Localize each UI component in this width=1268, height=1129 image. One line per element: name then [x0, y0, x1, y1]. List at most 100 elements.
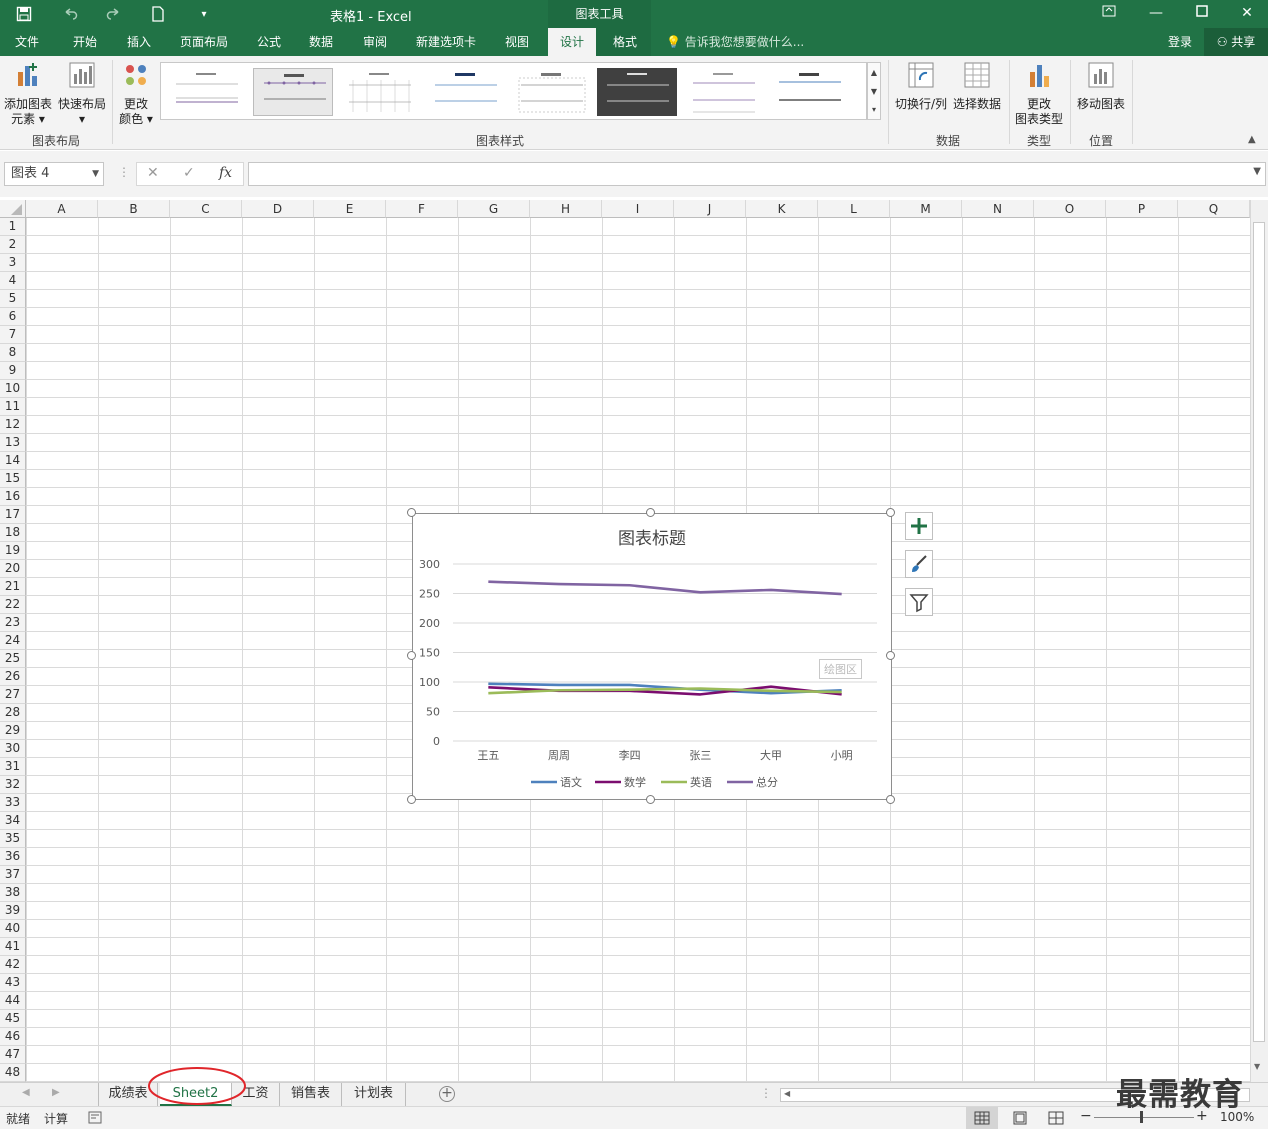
row-header-39[interactable]: 39 — [0, 902, 26, 920]
zoom-out-icon[interactable]: − — [1080, 1108, 1092, 1124]
enter-icon[interactable]: ✓ — [183, 165, 195, 181]
row-header-38[interactable]: 38 — [0, 884, 26, 902]
column-header-g[interactable]: G — [458, 200, 530, 218]
add-sheet-icon[interactable]: + — [439, 1086, 455, 1102]
column-header-j[interactable]: J — [674, 200, 746, 218]
row-header-46[interactable]: 46 — [0, 1028, 26, 1046]
maximize-icon[interactable] — [1179, 0, 1225, 28]
column-header-b[interactable]: B — [98, 200, 170, 218]
scroll-left-icon[interactable]: ◀ — [784, 1089, 790, 1098]
chart-style-4[interactable] — [425, 68, 505, 116]
chart-filters-button[interactable] — [905, 588, 933, 616]
normal-view-button[interactable] — [966, 1107, 998, 1129]
chart-styles-button[interactable] — [905, 550, 933, 578]
prev-sheet-icon[interactable]: ◀ — [22, 1087, 30, 1098]
resize-handle-right[interactable] — [886, 651, 895, 660]
chart-elements-button[interactable] — [905, 512, 933, 540]
row-header-10[interactable]: 10 — [0, 380, 26, 398]
change-colors-button[interactable]: 更改 颜色 ▾ — [116, 60, 156, 127]
row-header-32[interactable]: 32 — [0, 776, 26, 794]
row-header-35[interactable]: 35 — [0, 830, 26, 848]
row-header-47[interactable]: 47 — [0, 1046, 26, 1064]
page-layout-view-button[interactable] — [1006, 1107, 1034, 1129]
change-chart-type-button[interactable]: 更改 图表类型 — [1012, 60, 1066, 127]
row-header-31[interactable]: 31 — [0, 758, 26, 776]
vertical-scroll-thumb[interactable] — [1253, 222, 1265, 1042]
row-header-22[interactable]: 22 — [0, 596, 26, 614]
move-chart-button[interactable]: 移动图表 — [1074, 60, 1128, 112]
insert-function-icon[interactable]: fx — [219, 165, 232, 181]
resize-handle-top-left[interactable] — [407, 508, 416, 517]
save-icon[interactable] — [10, 0, 38, 28]
column-header-h[interactable]: H — [530, 200, 602, 218]
row-header-29[interactable]: 29 — [0, 722, 26, 740]
row-header-26[interactable]: 26 — [0, 668, 26, 686]
cancel-icon[interactable]: ✕ — [147, 165, 159, 181]
redo-icon[interactable] — [100, 0, 128, 28]
row-header-36[interactable]: 36 — [0, 848, 26, 866]
row-header-34[interactable]: 34 — [0, 812, 26, 830]
switch-row-column-button[interactable]: 切换行/列 — [892, 60, 950, 112]
ribbon-display-options-icon[interactable] — [1086, 0, 1132, 28]
row-header-21[interactable]: 21 — [0, 578, 26, 596]
tab-data[interactable]: 数据 — [298, 28, 344, 56]
row-header-5[interactable]: 5 — [0, 290, 26, 308]
gallery-scroll[interactable]: ▲ ▼ ▾ — [867, 62, 881, 120]
row-header-30[interactable]: 30 — [0, 740, 26, 758]
column-header-l[interactable]: L — [818, 200, 890, 218]
macro-record-icon[interactable] — [88, 1111, 102, 1127]
gallery-up-icon[interactable]: ▲ — [868, 63, 880, 82]
row-header-2[interactable]: 2 — [0, 236, 26, 254]
row-header-19[interactable]: 19 — [0, 542, 26, 560]
tell-me-search[interactable]: 💡 告诉我您想要做什么... — [666, 28, 804, 56]
new-file-icon[interactable] — [144, 0, 172, 28]
row-header-17[interactable]: 17 — [0, 506, 26, 524]
scroll-down-icon[interactable]: ▼ — [1254, 1062, 1260, 1071]
resize-handle-bottom[interactable] — [646, 795, 655, 804]
row-header-20[interactable]: 20 — [0, 560, 26, 578]
tab-file[interactable]: 文件 — [4, 28, 50, 56]
row-header-43[interactable]: 43 — [0, 974, 26, 992]
row-header-45[interactable]: 45 — [0, 1010, 26, 1028]
column-header-k[interactable]: K — [746, 200, 818, 218]
column-header-f[interactable]: F — [386, 200, 458, 218]
tab-format[interactable]: 格式 — [602, 28, 648, 56]
resize-handle-bottom-right[interactable] — [886, 795, 895, 804]
column-header-i[interactable]: I — [602, 200, 674, 218]
gallery-down-icon[interactable]: ▼ — [868, 82, 880, 101]
zoom-slider[interactable] — [1094, 1117, 1194, 1118]
row-header-8[interactable]: 8 — [0, 344, 26, 362]
column-header-e[interactable]: E — [314, 200, 386, 218]
column-header-d[interactable]: D — [242, 200, 314, 218]
column-header-c[interactable]: C — [170, 200, 242, 218]
chart-style-1[interactable] — [166, 68, 246, 116]
customize-quick-access-icon[interactable]: ▾ — [190, 0, 218, 28]
row-header-41[interactable]: 41 — [0, 938, 26, 956]
row-header-16[interactable]: 16 — [0, 488, 26, 506]
chart-style-2[interactable] — [253, 68, 333, 116]
tab-home[interactable]: 开始 — [62, 28, 108, 56]
resize-handle-bottom-left[interactable] — [407, 795, 416, 804]
column-header-o[interactable]: O — [1034, 200, 1106, 218]
column-header-n[interactable]: N — [962, 200, 1034, 218]
select-data-button[interactable]: 选择数据 — [950, 60, 1004, 112]
column-header-a[interactable]: A — [26, 200, 98, 218]
select-all-button[interactable] — [0, 200, 26, 218]
row-header-13[interactable]: 13 — [0, 434, 26, 452]
collapse-ribbon-icon[interactable]: ▲ — [1248, 134, 1256, 145]
row-header-24[interactable]: 24 — [0, 632, 26, 650]
sheet-tab-plan[interactable]: 计划表 — [342, 1083, 406, 1106]
column-header-m[interactable]: M — [890, 200, 962, 218]
name-box[interactable]: 图表 4 ▼ — [4, 162, 104, 186]
login-link[interactable]: 登录 — [1168, 28, 1192, 56]
row-header-6[interactable]: 6 — [0, 308, 26, 326]
chart-style-8[interactable] — [769, 68, 849, 116]
tab-formulas[interactable]: 公式 — [246, 28, 292, 56]
status-calculate[interactable]: 计算 — [44, 1110, 68, 1127]
minimize-icon[interactable]: — — [1133, 0, 1179, 28]
row-header-15[interactable]: 15 — [0, 470, 26, 488]
resize-handle-left[interactable] — [407, 651, 416, 660]
tab-design[interactable]: 设计 — [548, 28, 596, 56]
vertical-scrollbar[interactable]: ▼ — [1250, 200, 1268, 1082]
row-header-9[interactable]: 9 — [0, 362, 26, 380]
